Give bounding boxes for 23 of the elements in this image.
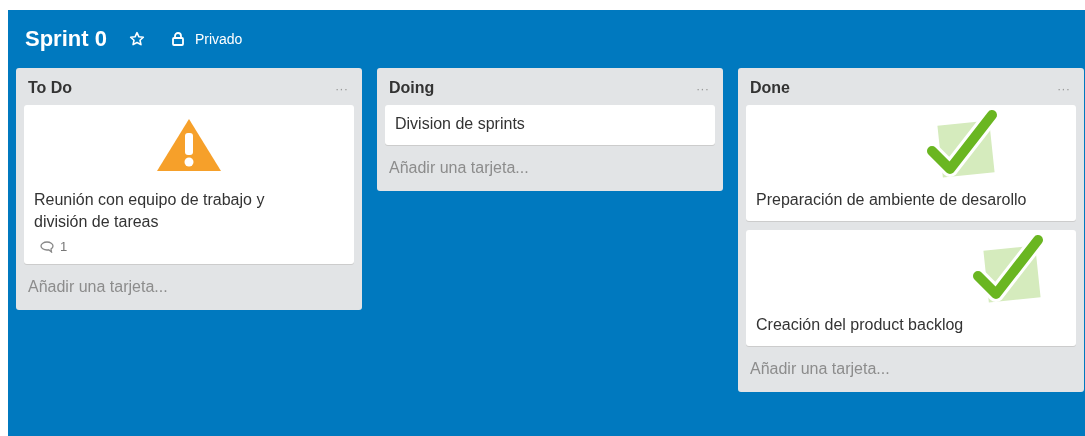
card[interactable]: Creación del product backlog (746, 230, 1076, 346)
visibility-button[interactable]: Privado (166, 29, 247, 49)
list-title: To Do (28, 79, 73, 97)
list-title: Doing (389, 79, 435, 97)
add-card-link[interactable]: Añadir una tarjeta... (16, 264, 180, 302)
list-menu-button[interactable]: ··· (1053, 80, 1074, 96)
lock-icon (170, 32, 185, 46)
add-card-link[interactable]: Añadir una tarjeta... (738, 346, 902, 384)
list-title: Done (750, 79, 790, 97)
comment-icon (40, 240, 54, 253)
star-icon (128, 31, 145, 47)
card-title: Division de sprints (395, 114, 526, 134)
card-title: Creación del product backlog (756, 315, 965, 335)
card[interactable]: Preparación de ambiente de desarollo (746, 105, 1076, 221)
comment-count: 1 (60, 239, 68, 254)
board-title: Sprint 0 (25, 26, 107, 52)
card[interactable]: Reunión con equipo de trabajo y división de tareas 1 (24, 105, 354, 264)
card-title: Reunión con equipo de trabajo y división de tareas (34, 190, 266, 232)
add-card-link[interactable]: Añadir una tarjeta... (377, 145, 541, 183)
card-title: Preparación de ambiente de desarollo (756, 190, 1028, 210)
card[interactable]: Division de sprints (385, 105, 715, 145)
list-menu-button[interactable]: ··· (692, 80, 713, 96)
list-menu-button[interactable]: ··· (331, 80, 352, 96)
